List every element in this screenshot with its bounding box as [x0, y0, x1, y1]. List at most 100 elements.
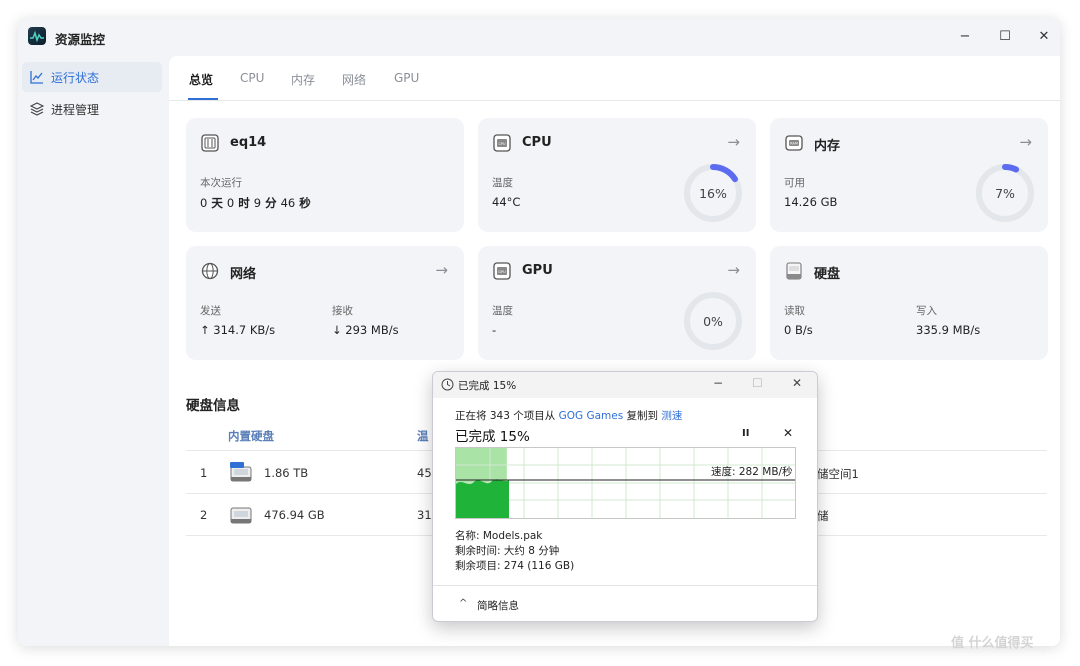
fewer-details-link[interactable]: 简略信息 — [477, 598, 519, 613]
cpu-gauge: 16% — [682, 162, 744, 224]
disk-temp: 45 — [417, 466, 432, 480]
dialog-close-button[interactable]: ✕ — [792, 376, 802, 390]
svg-text:CPU: CPU — [498, 142, 506, 146]
network-title: 网络 — [230, 267, 257, 282]
cancel-copy-button[interactable]: ✕ — [783, 426, 793, 440]
gpu-temp-value: - — [492, 323, 497, 337]
disk-read-label: 读取 — [784, 305, 805, 317]
watermark-text: 值 什么值得买 — [951, 636, 1034, 651]
time-remaining: 剩余时间: 大约 8 分钟 — [455, 545, 560, 557]
copy-progress-dialog: 已完成 15% − ☐ ✕ 正在将 343 个项目从 GOG Games 复制到… — [432, 371, 818, 622]
dialog-title: 已完成 15% — [458, 380, 517, 392]
items-remaining: 剩余项目: 274 (116 GB) — [455, 560, 575, 572]
arrow-right-icon[interactable]: → — [727, 261, 740, 279]
destination-link[interactable]: 测速 — [661, 410, 682, 422]
arrow-right-icon[interactable]: → — [435, 261, 448, 279]
tab-bar: 总览 CPU 内存 网络 GPU — [169, 56, 1060, 101]
disk-extra: 储 — [817, 509, 829, 523]
file-name: 名称: Models.pak — [455, 530, 543, 542]
cpu-temp-value: 44°C — [492, 195, 521, 209]
gpu-title: GPU — [522, 263, 553, 278]
disk-size: 1.86 TB — [264, 466, 309, 480]
transfer-speed-graph — [455, 447, 796, 519]
maximize-button[interactable]: ☐ — [988, 24, 1022, 48]
dialog-footer: ^ 简略信息 — [433, 585, 817, 621]
memory-available-value: 14.26 GB — [784, 195, 838, 209]
clock-icon — [441, 378, 454, 391]
disk-card[interactable]: 硬盘 读取 0 B/s 写入 335.9 MB/s — [770, 246, 1048, 360]
network-send-value: ↑ 314.7 KB/s — [200, 323, 276, 337]
source-link[interactable]: GOG Games — [559, 410, 624, 422]
host-card[interactable]: eq14 本次运行 0 天 0 时 9 分 46 秒 — [186, 118, 464, 232]
disk-read-value: 0 B/s — [784, 323, 813, 337]
cpu-icon: CPU — [493, 134, 511, 152]
progress-status: 已完成 15% — [455, 429, 530, 445]
disk-write-value: 335.9 MB/s — [916, 323, 981, 337]
tab-cpu[interactable]: CPU — [240, 71, 264, 85]
cpu-title: CPU — [522, 135, 552, 150]
sidebar: 运行状态 进程管理 — [18, 56, 170, 646]
sidebar-item-label: 运行状态 — [51, 70, 100, 85]
memory-gauge: 7% — [974, 162, 1036, 224]
memory-available-label: 可用 — [784, 177, 805, 189]
layers-icon — [30, 102, 44, 116]
dialog-minimize-button[interactable]: − — [713, 376, 723, 390]
disk-size: 476.94 GB — [264, 508, 325, 522]
tab-overview[interactable]: 总览 — [189, 71, 213, 88]
pause-button[interactable]: II — [742, 428, 749, 439]
uptime-label: 本次运行 — [200, 177, 242, 189]
ssd-icon — [230, 507, 252, 524]
arrow-right-icon[interactable]: → — [727, 133, 740, 151]
app-icon — [28, 27, 46, 45]
uptime-value: 0 天 0 时 9 分 46 秒 — [200, 196, 311, 210]
globe-icon — [201, 262, 219, 280]
network-send-label: 发送 — [200, 305, 221, 317]
column-header-temp: 温 — [417, 429, 429, 443]
sidebar-item-label: 进程管理 — [51, 102, 100, 117]
memory-percent: 7% — [995, 185, 1015, 201]
gpu-temp-label: 温度 — [492, 305, 513, 317]
tab-network[interactable]: 网络 — [342, 71, 366, 88]
network-card[interactable]: 网络 → 发送 ↑ 314.7 KB/s 接收 ↓ 293 MB/s — [186, 246, 464, 360]
gpu-percent: 0% — [703, 313, 723, 329]
arrow-right-icon[interactable]: → — [1019, 133, 1032, 151]
transfer-speed: 速度: 282 MB/秒 — [711, 466, 793, 478]
title-bar: 资源监控 − ☐ ✕ — [18, 18, 1060, 56]
memory-card[interactable]: RAM 内存 → 可用 14.26 GB 7% — [770, 118, 1048, 232]
sidebar-item-status[interactable]: 运行状态 — [22, 62, 162, 92]
chart-line-icon — [30, 71, 43, 84]
svg-text:GPU: GPU — [498, 270, 506, 274]
chevron-up-icon[interactable]: ^ — [459, 598, 467, 609]
svg-text:RAM: RAM — [790, 142, 798, 146]
cpu-percent: 16% — [699, 185, 727, 201]
disk-extra: 储空间1 — [817, 467, 859, 481]
computer-icon — [201, 134, 219, 152]
host-name: eq14 — [230, 135, 267, 150]
gpu-gauge: 0% — [682, 290, 744, 352]
dialog-maximize-button: ☐ — [752, 376, 763, 390]
cpu-card[interactable]: CPU CPU → 温度 44°C 16% — [478, 118, 756, 232]
ram-icon: RAM — [785, 135, 803, 151]
tab-gpu[interactable]: GPU — [394, 71, 419, 85]
hard-drive-icon — [786, 262, 802, 280]
disk-write-label: 写入 — [916, 305, 937, 317]
column-header-name: 内置硬盘 — [228, 429, 274, 443]
minimize-button[interactable]: − — [948, 24, 982, 48]
memory-title: 内存 — [814, 139, 841, 154]
disk-info-title: 硬盘信息 — [186, 398, 240, 414]
network-recv-label: 接收 — [332, 305, 353, 317]
tab-memory[interactable]: 内存 — [291, 71, 315, 88]
disk-title: 硬盘 — [814, 267, 841, 282]
ssd-icon — [230, 462, 252, 482]
gpu-card[interactable]: GPU GPU → 温度 - 0% — [478, 246, 756, 360]
close-button[interactable]: ✕ — [1027, 24, 1060, 48]
disk-temp: 31 — [417, 508, 432, 522]
tab-active-indicator — [188, 98, 218, 100]
row-index: 2 — [200, 508, 208, 522]
dialog-title-bar: 已完成 15% − ☐ ✕ — [433, 372, 817, 398]
copy-description: 正在将 343 个项目从 GOG Games 复制到 测速 — [455, 410, 683, 422]
gpu-icon: GPU — [493, 262, 511, 280]
row-index: 1 — [200, 466, 208, 480]
sidebar-item-process[interactable]: 进程管理 — [22, 94, 162, 124]
network-recv-value: ↓ 293 MB/s — [332, 323, 399, 337]
